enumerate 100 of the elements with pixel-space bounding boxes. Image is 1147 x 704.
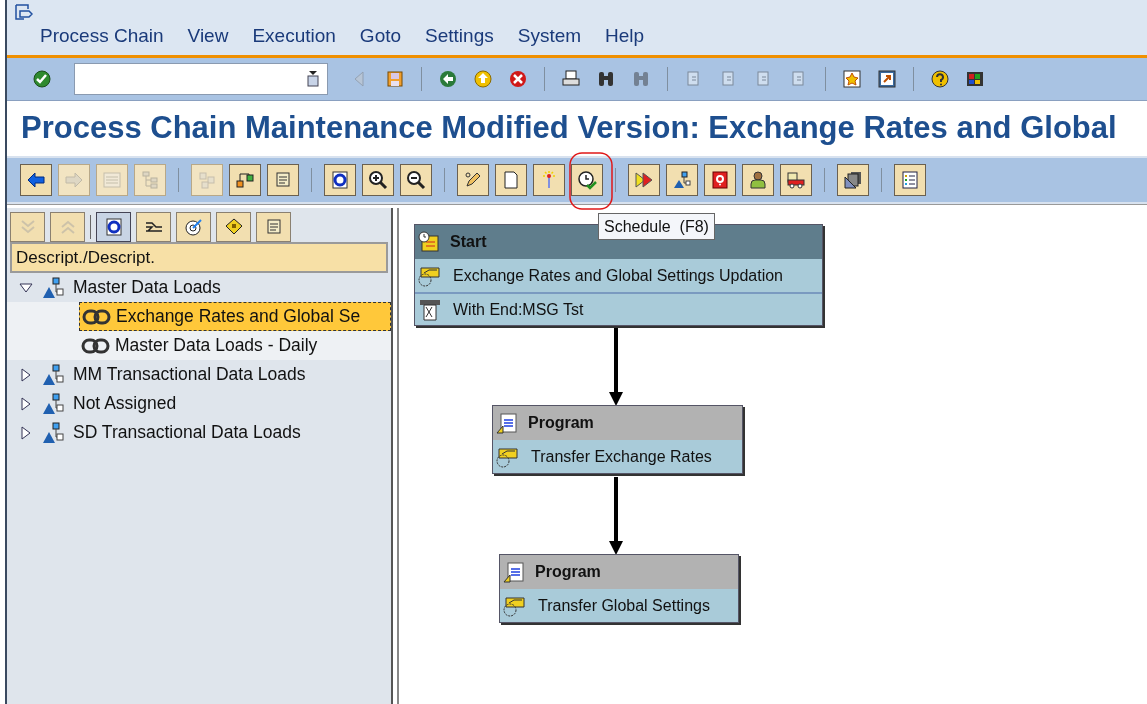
highlight-ring [569,152,613,210]
menu-item[interactable]: Goto [359,22,402,51]
node-title: Program [535,562,601,582]
document-icon [496,412,518,434]
layout-icon [965,69,985,89]
zoom-in-icon [368,170,388,190]
double-arrow-icon [634,170,654,190]
tree-folder[interactable]: Not Assigned [7,389,391,418]
help-book-icon [710,170,730,190]
document-icon [503,561,525,583]
target-icon [183,216,204,237]
toolbar-button[interactable] [495,164,527,196]
clock-document-icon [418,231,440,253]
window-menu-icon[interactable] [15,4,33,20]
binoculars-icon [631,69,651,89]
scroll-icon [273,170,293,190]
hierarchy-icon [41,276,65,299]
dropdown-list-icon [307,71,319,87]
menu-item[interactable]: Process Chain [40,22,164,51]
command-field[interactable] [74,63,328,95]
tree-toolbar-button[interactable] [216,211,251,242]
help-icon [930,69,950,89]
toolbar-button[interactable] [780,164,812,196]
chain-link-icon [81,336,111,355]
tree-toolbar-button[interactable] [96,211,131,242]
expanded-triangle-icon[interactable] [19,280,33,295]
tree-folder-label: MM Transactional Data Loads [73,363,306,387]
tree-folder-label: SD Transactional Data Loads [73,421,301,445]
node-row-text: Transfer Global Settings [538,595,710,616]
toolbar-button[interactable] [400,164,432,196]
back-icon [438,69,458,89]
node-row-text: With End:MSG Tst [453,299,584,320]
clock-icon [577,170,597,190]
save-icon [385,69,405,89]
menu-item[interactable]: View [187,22,229,51]
collapsed-triangle-icon[interactable] [19,425,33,440]
toolbar-button[interactable] [894,164,926,196]
list-icon [102,170,122,190]
toolbar-button[interactable] [704,164,736,196]
toolbar-button[interactable] [457,164,489,196]
document-icon [501,170,521,190]
menu-item[interactable]: Help [605,22,645,51]
chain-link-icon [82,307,112,326]
refresh-icon [103,216,124,237]
cancel-icon [508,69,528,89]
node-row-text: Transfer Exchange Rates [531,446,712,467]
toolbar-button[interactable] [837,164,869,196]
process-node[interactable]: Program Transfer Exchange Rates [492,405,743,474]
tree-item[interactable]: Exchange Rates and Global Se [79,302,391,331]
exit-icon [473,69,493,89]
checklist-icon [900,170,920,190]
grid-icon [197,170,217,190]
package-icon [223,216,244,237]
toolbar-button[interactable] [742,164,774,196]
tree-item-label: Exchange Rates and Global Se [116,305,361,329]
tree-folder-label: Master Data Loads [73,276,221,300]
refresh-icon [330,170,350,190]
check-icon [32,69,52,89]
connected-nodes-icon [235,170,255,190]
arrow-left-icon [26,170,46,190]
tree-folder-label: Not Assigned [73,392,177,416]
tree-item-label: Master Data Loads - Daily [115,334,318,358]
tree-toolbar-button[interactable] [176,211,211,242]
toolbar-button[interactable] [324,164,356,196]
column-header[interactable]: Descript./Descript. [10,242,388,273]
tree-folder[interactable]: MM Transactional Data Loads [7,360,391,389]
collapsed-triangle-icon[interactable] [19,396,33,411]
collapsed-triangle-icon[interactable] [19,367,33,382]
shortcut-icon [877,69,897,89]
screen-title: Process Chain Maintenance Modified Version: Exchange Rates and Global [21,109,1117,148]
hierarchy-icon [672,170,692,190]
hierarchy-icon [41,392,65,415]
menu-item[interactable]: Settings [425,22,494,51]
process-node[interactable]: Program Transfer Global Settings [499,554,739,623]
tree-toolbar-button[interactable] [136,211,171,242]
menu-item[interactable]: Execution [252,22,336,51]
menu-item[interactable]: System [517,22,582,51]
tree-icon [140,170,160,190]
arrow-right-icon [64,170,84,190]
pencil-icon [463,170,483,190]
tree-folder[interactable]: Master Data Loads [7,273,391,302]
toolbar-button[interactable] [362,164,394,196]
tree-folder[interactable]: SD Transactional Data Loads [7,418,391,447]
tree-item[interactable]: Master Data Loads - Daily [79,331,391,360]
hierarchy-icon [41,421,65,444]
truck-icon [786,170,806,190]
hourglass-icon [417,297,443,322]
node-row-text: Exchange Rates and Global Settings Updation [453,265,783,286]
new-session-icon [842,69,862,89]
toolbar-button[interactable] [20,164,52,196]
person-icon [748,170,768,190]
hierarchy-icon [41,363,65,386]
print-icon [561,69,581,89]
binoculars-icon [596,69,616,89]
node-title: Program [528,413,594,433]
toolbar-button[interactable] [571,164,603,196]
node-title: Start [450,232,487,252]
tooltip: Schedule (F8) [598,213,715,240]
stacked-pages-icon [843,170,863,190]
zoom-out-icon [406,170,426,190]
